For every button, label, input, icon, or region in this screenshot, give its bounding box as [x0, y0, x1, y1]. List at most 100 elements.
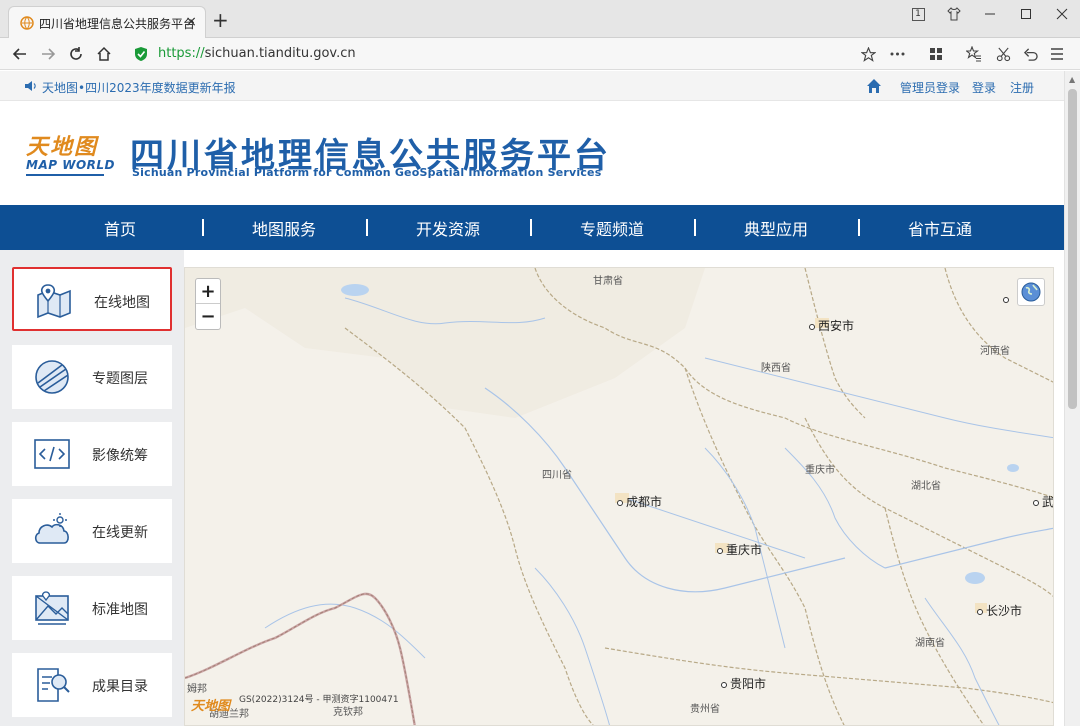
- sidebar-item-online-map[interactable]: 在线地图: [12, 267, 172, 331]
- home-browser-icon[interactable]: [94, 44, 114, 64]
- scroll-thumb[interactable]: [1068, 89, 1077, 409]
- map-label-province: 四川省: [542, 470, 572, 481]
- map-copyright: GS(2022)3124号 - 甲测资字1100471: [239, 695, 399, 705]
- nav-item-home[interactable]: 首页: [38, 216, 202, 240]
- map-label-minor-city: 重庆市: [805, 465, 835, 476]
- url-text: https://sichuan.tianditu.gov.cn: [158, 46, 356, 61]
- page-scrollbar[interactable]: ▲: [1064, 71, 1080, 726]
- window-controls: 1: [900, 0, 1080, 28]
- map-label-province: 湖南省: [915, 638, 945, 649]
- map-logo: 天地图: [191, 699, 231, 714]
- city-dot-icon: [717, 547, 723, 554]
- main-nav: 首页 地图服务 开发资源 专题频道 典型应用 省市互通: [0, 205, 1064, 250]
- back-icon[interactable]: [10, 44, 30, 64]
- nav-item-dev-resources[interactable]: 开发资源: [366, 216, 530, 240]
- globe-icon[interactable]: [1017, 278, 1045, 306]
- sidebar-item-label: 标准地图: [92, 602, 148, 618]
- browser-tabstrip: 四川省地理信息公共服务平台 × + 1: [0, 0, 1080, 38]
- map-label-province: 河南省: [980, 346, 1010, 357]
- undo-icon[interactable]: [1019, 44, 1041, 64]
- map-view[interactable]: + − 甘肃省 陕西省 河南省 四川省 湖北省 湖南省 贵州省 重庆市 西安市 …: [184, 267, 1054, 726]
- nav-item-applications[interactable]: 典型应用: [694, 216, 858, 240]
- city-dot-icon: [721, 681, 727, 688]
- sidebar-item-label: 在线地图: [94, 295, 150, 311]
- menu-icon[interactable]: [1046, 44, 1068, 64]
- map-label-province: 甘肃省: [593, 276, 623, 287]
- close-window-icon[interactable]: [1044, 0, 1080, 28]
- scroll-up-arrow-icon[interactable]: ▲: [1069, 75, 1075, 84]
- login-link[interactable]: 登录: [972, 79, 996, 96]
- window-badge[interactable]: 1: [900, 0, 936, 28]
- tab-close-icon[interactable]: ×: [185, 14, 197, 30]
- apps-grid-icon[interactable]: [925, 44, 947, 64]
- register-link[interactable]: 注册: [1010, 79, 1034, 96]
- catalog-icon: [37, 668, 70, 702]
- map-city-dot-top-right: [1003, 292, 1012, 306]
- reload-icon[interactable]: [66, 44, 86, 64]
- favorites-list-icon[interactable]: [963, 44, 985, 64]
- map-label-province: 贵州省: [690, 704, 720, 715]
- scissors-icon[interactable]: [992, 44, 1014, 64]
- sidebar-item-label: 在线更新: [92, 525, 148, 541]
- notice-link[interactable]: 天地图•四川2023年度数据更新年报: [42, 79, 236, 96]
- bookmark-star-icon[interactable]: [857, 44, 879, 64]
- sidebar-item-label: 影像统筹: [92, 448, 148, 464]
- city-dot-icon: [809, 323, 815, 330]
- new-tab-button[interactable]: +: [212, 10, 229, 30]
- map-city-guiyang[interactable]: 贵阳市: [721, 675, 766, 692]
- forward-icon[interactable]: [38, 44, 58, 64]
- city-dot-icon: [1003, 296, 1009, 303]
- zoom-control: + −: [195, 278, 221, 330]
- zoom-out-button[interactable]: −: [196, 304, 220, 329]
- sidebar-item-catalog[interactable]: 成果目录: [12, 653, 172, 717]
- speaker-icon: [25, 81, 36, 91]
- address-bar[interactable]: https://sichuan.tianditu.gov.cn: [126, 42, 906, 66]
- nav-item-topics[interactable]: 专题频道: [530, 216, 694, 240]
- sidebar: 在线地图 专题图层 影像统筹 在线更新 标准地图 成果目录: [0, 250, 184, 726]
- sidebar-item-online-update[interactable]: 在线更新: [12, 499, 172, 563]
- site-header: 天地图 MAP WORLD 四川省地理信息公共服务平台 Sichuan Prov…: [0, 102, 1080, 205]
- browser-tab[interactable]: 四川省地理信息公共服务平台 ×: [8, 6, 206, 38]
- nav-separator: [366, 219, 368, 236]
- secure-shield-icon: [135, 47, 147, 61]
- sidebar-item-thematic-layers[interactable]: 专题图层: [12, 345, 172, 409]
- nav-item-interconnect[interactable]: 省市互通: [858, 216, 1022, 240]
- maximize-icon[interactable]: [1008, 0, 1044, 28]
- map-label-province: 湖北省: [911, 481, 941, 492]
- map-city-chengdu[interactable]: 成都市: [617, 493, 662, 510]
- logo-underline: [26, 174, 104, 176]
- tshirt-icon[interactable]: [936, 0, 972, 28]
- code-icon: [34, 439, 70, 469]
- standard-map-icon: [35, 591, 69, 625]
- map-city-changsha[interactable]: 长沙市: [977, 602, 1022, 619]
- more-dots-icon[interactable]: [886, 44, 908, 64]
- logo-chinese[interactable]: 天地图: [26, 129, 98, 161]
- nav-separator: [530, 219, 532, 236]
- zoom-in-button[interactable]: +: [196, 279, 220, 304]
- nav-separator: [858, 219, 860, 236]
- site-subtitle: Sichuan Provincial Platform for Common G…: [132, 166, 602, 179]
- map-pin-icon: [37, 284, 71, 319]
- home-icon[interactable]: [866, 78, 882, 94]
- nav-separator: [202, 219, 204, 236]
- map-label-foreign: 克钦邦: [333, 707, 363, 718]
- sidebar-item-imagery[interactable]: 影像统筹: [12, 422, 172, 486]
- browser-toolbar: https://sichuan.tianditu.gov.cn: [0, 38, 1080, 70]
- sidebar-item-standard-map[interactable]: 标准地图: [12, 576, 172, 640]
- city-dot-icon: [617, 499, 623, 506]
- map-label-foreign: 姆邦: [187, 684, 207, 695]
- layers-icon: [35, 360, 69, 394]
- minimize-icon[interactable]: [972, 0, 1008, 28]
- tianditu-favicon-icon: [20, 16, 34, 30]
- notice-bar: 天地图•四川2023年度数据更新年报 管理员登录 登录 注册: [0, 71, 1080, 101]
- map-city-chongqing[interactable]: 重庆市: [717, 541, 762, 558]
- map-city-wuhan[interactable]: 武: [1033, 493, 1053, 510]
- city-dot-icon: [977, 608, 983, 615]
- tab-title: 四川省地理信息公共服务平台: [39, 17, 196, 31]
- sidebar-item-label: 专题图层: [92, 371, 148, 387]
- admin-login-link[interactable]: 管理员登录: [900, 79, 960, 96]
- nav-item-map-services[interactable]: 地图服务: [202, 216, 366, 240]
- map-label-province: 陕西省: [761, 363, 791, 374]
- map-city-xian[interactable]: 西安市: [809, 317, 854, 334]
- logo-english: MAP WORLD: [26, 158, 115, 172]
